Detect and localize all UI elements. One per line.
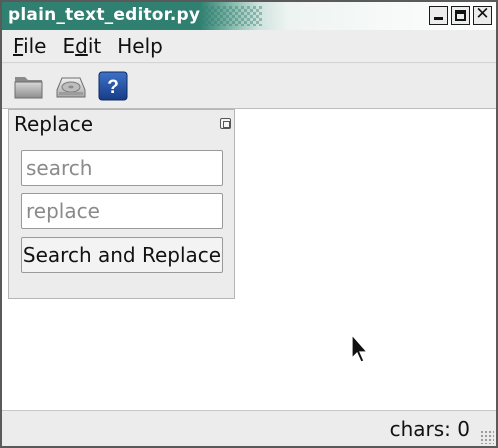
status-bar: chars: 0	[2, 410, 496, 446]
save-button[interactable]	[55, 70, 87, 102]
window-controls: ✕	[429, 4, 492, 25]
maximize-button[interactable]	[451, 6, 470, 25]
app-window: plain_text_editor.py ✕ File Edit Help ? …	[0, 0, 498, 448]
minimize-icon	[434, 17, 443, 20]
maximize-icon	[455, 10, 466, 21]
title-bar[interactable]: plain_text_editor.py ✕	[2, 2, 496, 30]
menu-edit[interactable]: Edit	[62, 34, 101, 58]
menu-file-mnemonic: F	[13, 34, 24, 58]
menu-edit-prefix: E	[62, 34, 76, 58]
help-icon: ?	[98, 71, 128, 101]
menu-help-label: Help	[117, 34, 163, 58]
mouse-pointer-icon	[351, 334, 369, 363]
toolbar: ?	[2, 64, 496, 108]
window-title: plain_text_editor.py	[8, 5, 201, 25]
menu-edit-mnemonic: d	[75, 34, 88, 58]
menu-edit-suffix: it	[87, 34, 102, 58]
menu-bar: File Edit Help	[2, 30, 496, 63]
resize-grip[interactable]	[480, 430, 494, 444]
minimize-button[interactable]	[429, 6, 448, 25]
menu-help[interactable]: Help	[117, 34, 163, 58]
search-input[interactable]	[21, 150, 223, 186]
search-and-replace-button[interactable]: Search and Replace	[21, 237, 223, 273]
char-count: chars: 0	[389, 417, 470, 441]
menu-file[interactable]: File	[13, 34, 46, 58]
help-button[interactable]: ?	[97, 70, 129, 102]
replace-panel-title: Replace	[14, 112, 94, 136]
help-glyph: ?	[107, 77, 119, 98]
replace-input[interactable]	[21, 193, 223, 229]
close-icon: ✕	[475, 4, 490, 24]
folder-open-icon	[14, 77, 43, 99]
close-button[interactable]: ✕	[473, 4, 492, 25]
float-panel-button[interactable]	[220, 118, 231, 129]
open-button[interactable]	[13, 70, 45, 102]
replace-panel: Replace Search and Replace	[8, 109, 235, 299]
save-disk-icon	[56, 77, 86, 98]
menu-file-suffix: ile	[23, 34, 47, 58]
title-bar-pattern	[202, 6, 262, 26]
